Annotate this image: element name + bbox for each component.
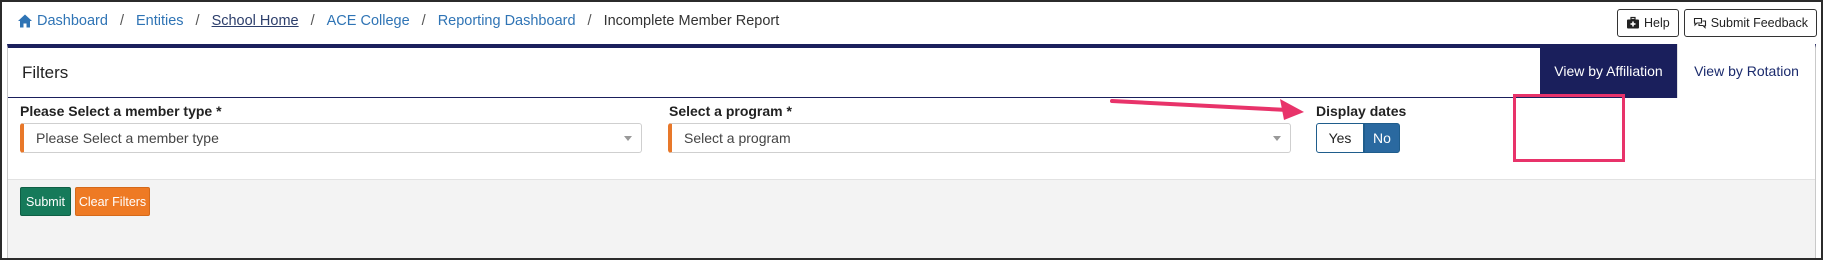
chevron-down-icon: [624, 136, 632, 141]
display-dates-toggle: Yes No: [1316, 123, 1400, 153]
annotation-arrow-icon: [1110, 99, 1304, 120]
display-dates-no-button[interactable]: No: [1364, 123, 1400, 153]
help-button[interactable]: Help: [1617, 9, 1679, 37]
member-type-placeholder: Please Select a member type: [36, 130, 219, 146]
display-dates-label: Display dates: [1316, 103, 1407, 119]
panel-footer: [8, 179, 1815, 258]
program-label: Select a program *: [669, 103, 792, 119]
display-dates-yes-button[interactable]: Yes: [1316, 123, 1364, 153]
submit-button[interactable]: Submit: [20, 187, 71, 216]
breadcrumb-separator: /: [310, 13, 315, 29]
breadcrumb-separator: /: [587, 13, 592, 29]
breadcrumb: Dashboard / Entities / School Home / ACE…: [17, 11, 779, 31]
breadcrumb-entities[interactable]: Entities: [136, 13, 184, 29]
breadcrumb-reporting-dashboard[interactable]: Reporting Dashboard: [438, 13, 576, 29]
breadcrumb-school-home[interactable]: School Home: [212, 13, 299, 29]
panel-title: Filters: [22, 63, 69, 82]
panel-header: Filters View by Affiliation View by Rota…: [8, 44, 1815, 98]
top-actions: Help Submit Feedback: [1617, 9, 1817, 37]
breadcrumb-ace-college[interactable]: ACE College: [327, 13, 410, 29]
annotation-highlight-box: [1513, 94, 1625, 162]
program-select[interactable]: Select a program: [668, 123, 1291, 153]
clear-filters-button[interactable]: Clear Filters: [75, 187, 150, 216]
help-label: Help: [1644, 16, 1670, 30]
view-tabs: View by Affiliation View by Rotation: [1540, 44, 1815, 98]
breadcrumb-current-page: Incomplete Member Report: [603, 13, 780, 29]
home-icon: [18, 14, 32, 28]
breadcrumb-separator: /: [421, 13, 426, 29]
breadcrumb-dashboard[interactable]: Dashboard: [37, 13, 108, 29]
tab-view-by-affiliation[interactable]: View by Affiliation: [1540, 44, 1677, 98]
program-placeholder: Select a program: [684, 130, 791, 146]
breadcrumb-separator: /: [195, 13, 200, 29]
breadcrumb-separator: /: [119, 13, 124, 29]
first-aid-kit-icon: [1627, 16, 1639, 29]
member-type-select[interactable]: Please Select a member type: [20, 123, 642, 153]
submit-feedback-label: Submit Feedback: [1710, 16, 1808, 30]
member-type-label: Please Select a member type *: [20, 103, 222, 119]
chat-bubbles-icon: [1693, 17, 1706, 29]
chevron-down-icon: [1273, 136, 1281, 141]
submit-feedback-button[interactable]: Submit Feedback: [1683, 9, 1817, 37]
tab-view-by-rotation[interactable]: View by Rotation: [1677, 44, 1815, 98]
